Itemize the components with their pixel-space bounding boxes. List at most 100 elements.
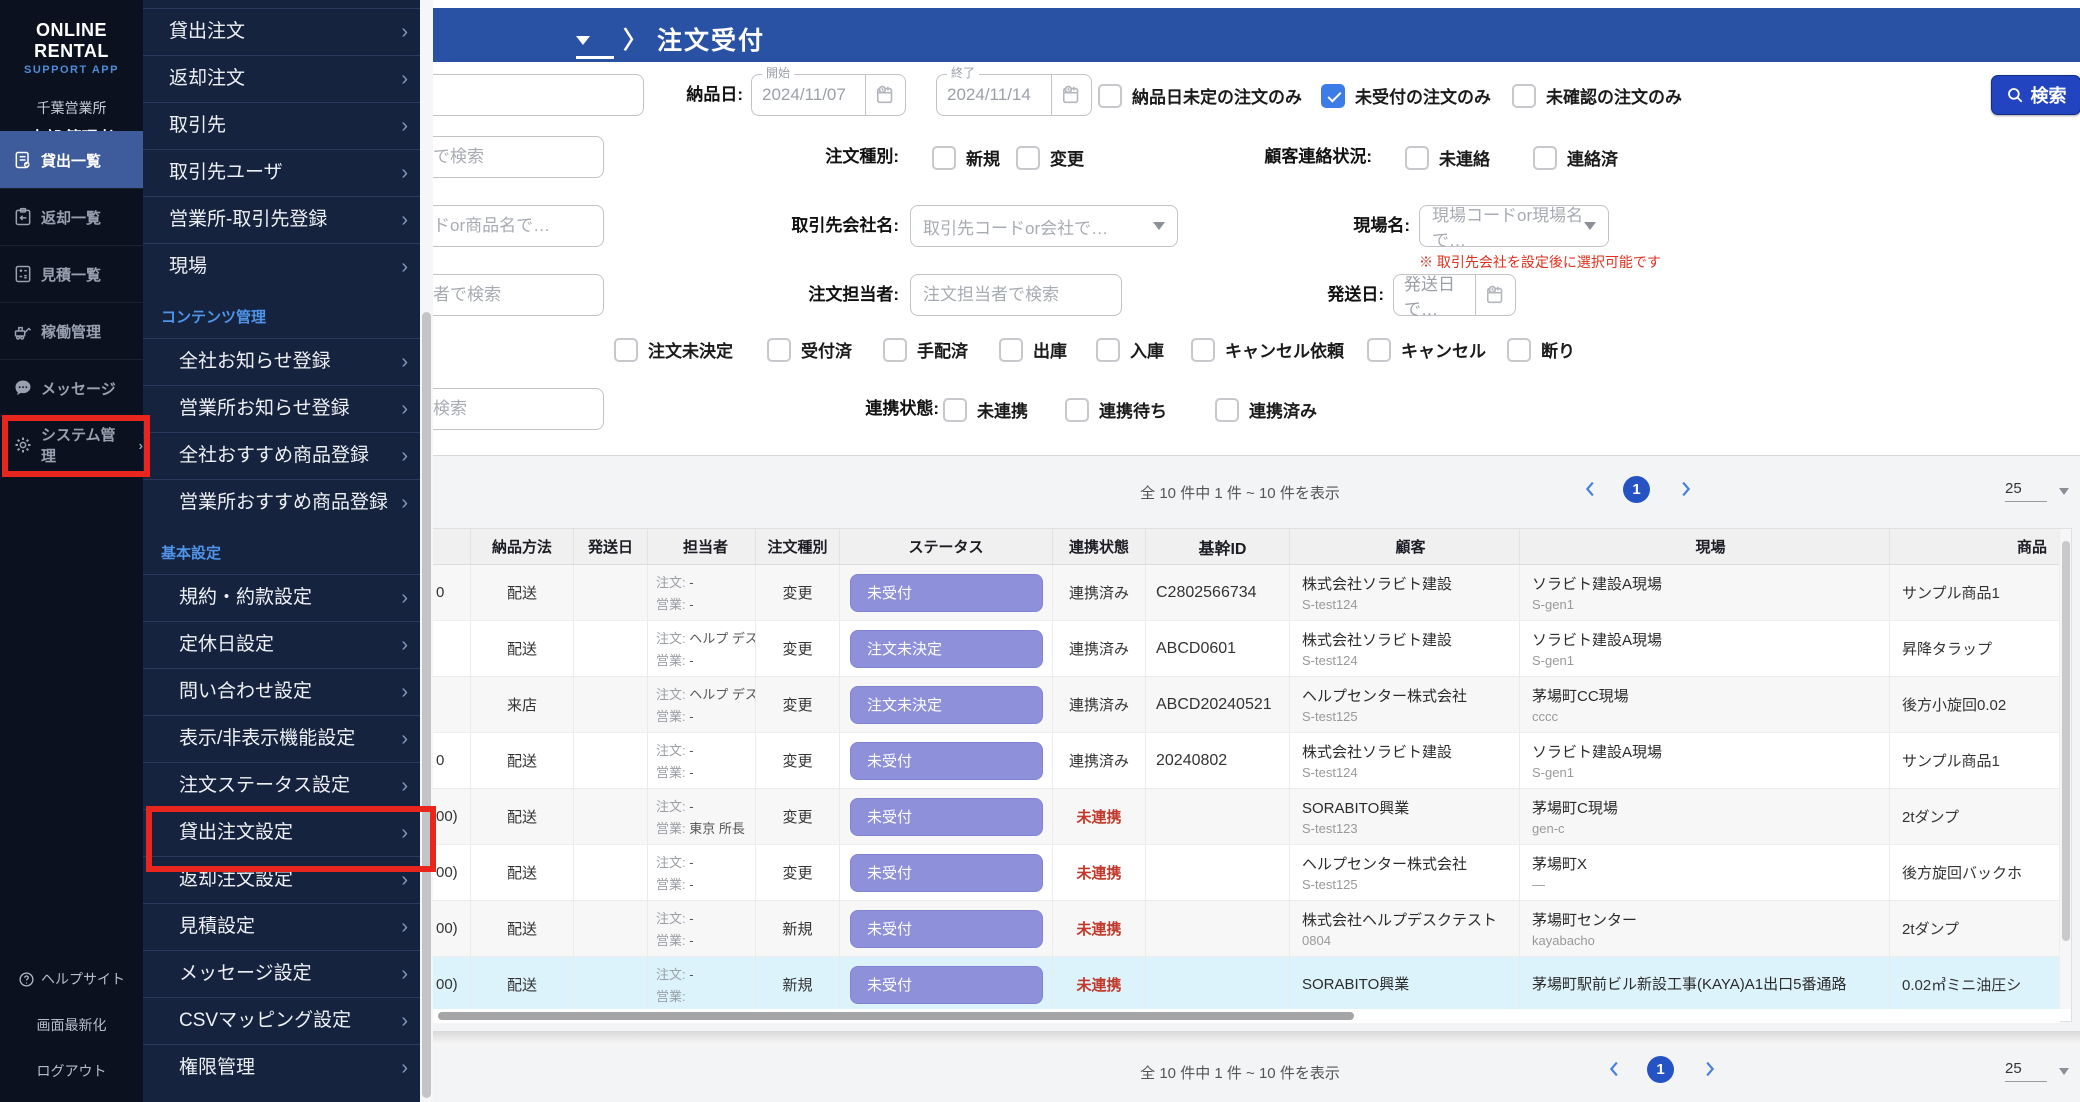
sidebar-item-messages[interactable]: メッセージ	[0, 359, 143, 416]
checkbox-status-arranged[interactable]: 手配済	[883, 337, 968, 362]
status-badge[interactable]: 未受付	[850, 797, 1043, 836]
page-number-button[interactable]: 1	[1623, 476, 1650, 503]
calendar-icon[interactable]	[1476, 274, 1516, 316]
table-row[interactable]: 来店 注文: ヘルプ デスク 営業: - 変更 注文未決定 連携済み ABCD2…	[433, 677, 2071, 733]
flyout-menu-item[interactable]: 営業所おすすめ商品登録 ›	[143, 479, 420, 526]
calendar-icon[interactable]	[1052, 74, 1092, 116]
flyout-menu-item[interactable]: 返却注文 ›	[143, 55, 420, 102]
prev-page-button[interactable]	[1604, 1058, 1626, 1080]
site-select[interactable]: 現場コードor現場名で…	[1419, 205, 1609, 250]
checkbox-link-done[interactable]: 連携済み	[1215, 397, 1317, 422]
table-vertical-scrollbar[interactable]	[2059, 529, 2071, 1009]
column-header[interactable]: 現場	[1520, 529, 1890, 564]
column-header[interactable]: 担当者	[648, 529, 756, 564]
checkbox-icon[interactable]	[1507, 337, 1531, 362]
next-page-button[interactable]	[1698, 1058, 1720, 1080]
status-badge[interactable]: 未受付	[850, 853, 1043, 892]
checkbox-icon[interactable]	[1098, 83, 1122, 108]
status-badge[interactable]: 注文未決定	[850, 685, 1043, 724]
checkbox-icon[interactable]	[1096, 337, 1120, 362]
checkbox-status-cancel-request[interactable]: キャンセル依頼	[1191, 337, 1344, 362]
flyout-menu-item[interactable]: 貸出注文 ›	[143, 8, 420, 55]
checkbox-status-accepted[interactable]: 受付済	[767, 337, 852, 362]
table-row[interactable]: 00) 配送 注文: - 営業: - 新規 未受付 未連携 株式会社ヘルプデスク…	[433, 901, 2071, 957]
order-staff-input[interactable]	[910, 274, 1122, 316]
checkbox-unaccepted-only[interactable]: 未受付の注文のみ	[1321, 83, 1491, 108]
column-header[interactable]: 注文種別	[756, 529, 840, 564]
status-badge[interactable]: 未受付	[850, 909, 1043, 948]
column-header[interactable]: 発送日	[574, 529, 648, 564]
checkbox-checked-icon[interactable]	[1321, 83, 1345, 108]
checkbox-icon[interactable]	[1533, 145, 1557, 170]
column-header[interactable]: 納品方法	[471, 529, 574, 564]
flyout-menu-item[interactable]: 返却注文設定 ›	[143, 856, 420, 903]
checkbox-icon[interactable]	[1191, 337, 1215, 362]
page-size-select[interactable]: 25	[2005, 480, 2047, 502]
checkbox-icon[interactable]	[943, 397, 967, 422]
company-select[interactable]: 取引先コードor会社で…	[910, 205, 1178, 247]
checkbox-icon[interactable]	[767, 337, 791, 362]
checkbox-status-received[interactable]: 入庫	[1096, 337, 1164, 362]
status-badge[interactable]: 未受付	[850, 741, 1043, 780]
flyout-menu-item[interactable]: 問い合わせ設定 ›	[143, 668, 420, 715]
column-header[interactable]: 顧客	[1290, 529, 1520, 564]
sidebar-item-system-mgmt[interactable]: システム管理 ›	[0, 416, 143, 473]
checkbox-link-waiting[interactable]: 連携待ち	[1065, 397, 1167, 422]
checkbox-icon[interactable]	[1016, 145, 1040, 170]
checkbox-status-undecided[interactable]: 注文未決定	[614, 337, 733, 362]
flyout-menu-item[interactable]: メッセージ設定 ›	[143, 950, 420, 997]
tab-dropdown-caret-icon[interactable]	[576, 36, 590, 45]
delivery-date-end-input[interactable]: 終了 2024/11/14	[936, 66, 1052, 116]
checkbox-icon[interactable]	[999, 337, 1023, 362]
flyout-menu-item[interactable]: 権限管理 ›	[143, 1044, 420, 1091]
refresh-screen-link[interactable]: 画面最新化	[0, 1002, 143, 1048]
flyout-menu-item[interactable]: 現場 ›	[143, 243, 420, 290]
scrollbar-thumb[interactable]	[422, 312, 431, 1098]
flyout-menu-item[interactable]: 取引先 ›	[143, 102, 420, 149]
flyout-menu-item[interactable]: 営業所お知らせ登録 ›	[143, 385, 420, 432]
checkbox-unconfirmed-only[interactable]: 未確認の注文のみ	[1512, 83, 1682, 108]
keyword-search-input[interactable]	[420, 136, 604, 178]
table-horizontal-scrollbar[interactable]	[433, 1009, 2060, 1023]
checkbox-icon[interactable]	[1405, 145, 1429, 170]
table-row[interactable]: 0 配送 注文: - 営業: - 変更 未受付 連携済み C2802566734	[433, 565, 2071, 621]
checkbox-contacted[interactable]: 連絡済	[1533, 145, 1618, 170]
flyout-menu-item[interactable]: 見積設定 ›	[143, 903, 420, 950]
flyout-menu-item[interactable]: CSVマッピング設定 ›	[143, 997, 420, 1044]
checkbox-not-contacted[interactable]: 未連絡	[1405, 145, 1490, 170]
table-row[interactable]: 配送 注文: ヘルプ デスク 営業: - 変更 注文未決定 連携済み ABCD0…	[433, 621, 2071, 677]
flyout-menu-item[interactable]: 全社おすすめ商品登録 ›	[143, 432, 420, 479]
flyout-scrollbar[interactable]	[420, 0, 433, 1102]
prev-page-button[interactable]	[1580, 478, 1602, 500]
table-row[interactable]: 0 配送 注文: - 営業: - 変更 未受付 連携済み 20240802 株式…	[433, 733, 2071, 789]
ship-date-input[interactable]: 発送日で…	[1393, 274, 1476, 319]
help-site-link[interactable]: ヘルプサイト	[0, 956, 143, 1002]
next-page-button[interactable]	[1674, 478, 1696, 500]
chevron-down-icon[interactable]	[2059, 488, 2069, 495]
status-badge[interactable]: 未受付	[850, 573, 1043, 612]
flyout-menu-item[interactable]: 表示/非表示機能設定 ›	[143, 715, 420, 762]
flyout-menu-item[interactable]: 全社お知らせ登録 ›	[143, 338, 420, 385]
checkbox-icon[interactable]	[883, 337, 907, 362]
sidebar-item-estimate-list[interactable]: 見積一覧	[0, 245, 143, 302]
scrollbar-thumb[interactable]	[438, 1012, 1354, 1020]
logout-link[interactable]: ログアウト	[0, 1048, 143, 1094]
flyout-menu-item[interactable]: 取引先ユーザ ›	[143, 149, 420, 196]
search-button[interactable]: 検索	[1991, 75, 2080, 115]
checkbox-icon[interactable]	[1215, 397, 1239, 422]
chevron-down-icon[interactable]	[2059, 1068, 2069, 1075]
flyout-menu-item[interactable]: 定休日設定 ›	[143, 621, 420, 668]
delivery-date-start-input[interactable]: 開始 2024/11/07	[751, 66, 866, 116]
product-search-input[interactable]	[420, 205, 604, 247]
sidebar-item-return-list[interactable]: 返却一覧	[0, 188, 143, 245]
checkbox-undecided-delivery[interactable]: 納品日未定の注文のみ	[1098, 83, 1302, 108]
sidebar-item-operation-mgmt[interactable]: 稼働管理	[0, 302, 143, 359]
table-row[interactable]: 00) 配送 注文: - 営業: 東京 所長 変更 未受付 未連携 SORABI…	[433, 789, 2071, 845]
column-header[interactable]: ステータス	[840, 529, 1053, 564]
column-header[interactable]: 基幹ID	[1146, 529, 1290, 564]
checkbox-icon[interactable]	[1367, 337, 1391, 362]
staff-search-input[interactable]	[420, 274, 604, 316]
column-header[interactable]: 商品	[1890, 529, 2060, 564]
checkbox-icon[interactable]	[932, 145, 956, 170]
flyout-menu-item[interactable]: 注文ステータス設定 ›	[143, 762, 420, 809]
